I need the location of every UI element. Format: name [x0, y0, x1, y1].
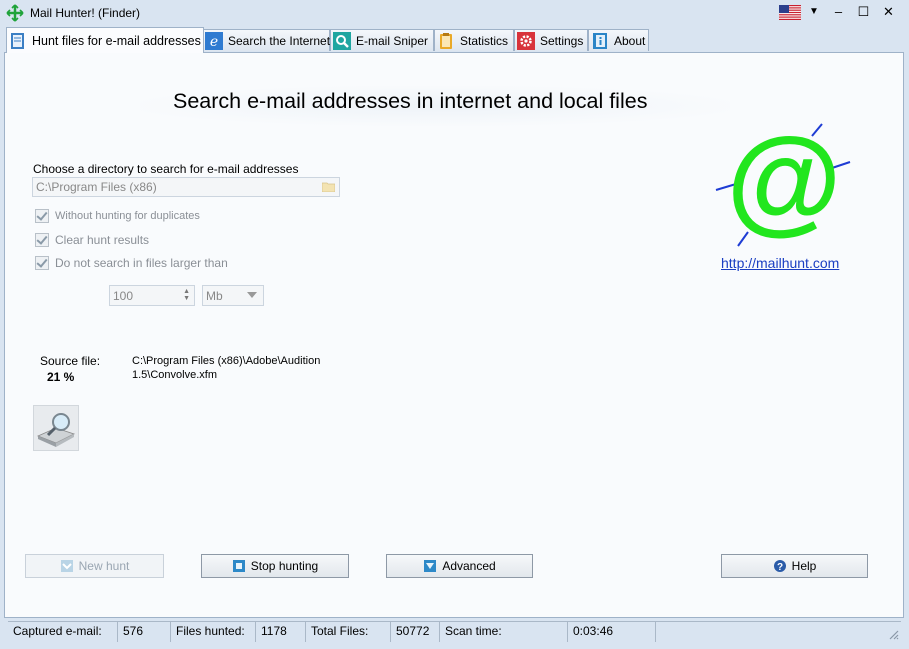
app-icon [6, 4, 24, 22]
svg-text:@: @ [726, 122, 841, 246]
minimize-button[interactable]: – [826, 1, 851, 23]
document-icon [11, 32, 24, 49]
help-icon: ? [773, 560, 786, 573]
total-files-label: Total Files: [306, 622, 391, 642]
size-unit-select[interactable]: Mb [202, 285, 264, 306]
tab-hunt-files[interactable]: Hunt files for e-mail addresses [6, 27, 204, 53]
checkbox-box[interactable] [35, 209, 49, 223]
tab-strip: Hunt files for e-mail addresses e Search… [4, 27, 904, 53]
advanced-button[interactable]: Advanced [386, 554, 533, 578]
files-hunted-label: Files hunted: [171, 622, 256, 642]
folder-icon[interactable] [322, 181, 335, 192]
window-title: Mail Hunter! (Finder) [30, 6, 141, 20]
close-button[interactable]: ✕ [876, 1, 901, 23]
tab-label: Hunt files for e-mail addresses [32, 33, 201, 48]
checkbox-box[interactable] [35, 256, 49, 270]
captured-label: Captured e-mail: [8, 622, 118, 642]
drive-search-icon [33, 405, 79, 451]
progress-percent: 21 % [47, 370, 75, 384]
svg-text:?: ? [777, 562, 783, 573]
page-heading-area: Search e-mail addresses in internet and … [140, 86, 730, 126]
chevron-down-icon [247, 292, 257, 298]
button-label: Help [791, 559, 817, 573]
checkbox-size-limit[interactable]: Do not search in files larger than [35, 256, 228, 270]
language-dropdown-icon[interactable]: ▼ [809, 6, 819, 17]
tab-settings[interactable]: Settings [514, 29, 588, 51]
title-bar: Mail Hunter! (Finder) ▼ – ☐ ✕ [0, 0, 909, 26]
stop-icon [232, 560, 245, 572]
us-flag-icon[interactable] [779, 5, 801, 20]
captured-value: 576 [118, 622, 171, 642]
mailhunt-link[interactable]: http://mailhunt.com [721, 255, 839, 271]
help-button[interactable]: ? Help [721, 554, 868, 578]
gear-icon [517, 31, 535, 50]
resize-grip-icon[interactable] [887, 628, 899, 640]
tab-email-sniper[interactable]: E-mail Sniper [330, 29, 434, 51]
directory-value: C:\Program Files (x86) [36, 180, 157, 194]
checkbox-label: Clear hunt results [55, 233, 150, 247]
info-book-icon [593, 32, 607, 49]
internet-explorer-icon: e [205, 31, 223, 50]
tab-about[interactable]: About [588, 29, 649, 51]
new-hunt-button[interactable]: New hunt [25, 554, 164, 578]
maximize-button[interactable]: ☐ [851, 1, 876, 23]
scan-time-label: Scan time: [440, 622, 568, 642]
tab-label: Settings [540, 33, 584, 48]
checkbox-clear-results[interactable]: Clear hunt results [35, 233, 149, 247]
new-hunt-icon [60, 560, 73, 572]
source-file-path: C:\Program Files (x86)\Adobe\Audition 1.… [132, 355, 321, 381]
source-file-label: Source file: [40, 354, 101, 368]
size-unit-value: Mb [206, 289, 223, 303]
button-label: Stop hunting [250, 559, 319, 573]
tab-label: About [614, 33, 646, 48]
button-label: New hunt [78, 559, 130, 573]
spin-arrows-icon[interactable]: ▲ ▼ [183, 288, 190, 302]
tab-label: E-mail Sniper [356, 33, 429, 48]
tab-search-internet[interactable]: e Search the Internet [202, 29, 330, 51]
files-hunted-value: 1178 [256, 622, 306, 642]
page-title: Search e-mail addresses in internet and … [173, 89, 648, 113]
size-limit-stepper[interactable]: 100 ▲ ▼ [109, 285, 195, 306]
tab-label: Statistics [460, 33, 509, 48]
checkbox-box[interactable] [35, 233, 49, 247]
total-files-value: 50772 [391, 622, 440, 642]
checkbox-label: Do not search in files larger than [55, 256, 228, 270]
magnifier-icon [333, 31, 351, 50]
size-limit-value: 100 [113, 289, 134, 303]
checkbox-label: Without hunting for duplicates [55, 210, 200, 222]
clipboard-icon [440, 32, 452, 49]
scan-time-value: 0:03:46 [568, 622, 656, 642]
checkbox-no-duplicates[interactable]: Without hunting for duplicates [35, 209, 200, 223]
mailhunt-logo: @ [715, 122, 851, 247]
directory-label: Choose a directory to search for e-mail … [33, 162, 299, 176]
button-label: Advanced [442, 559, 496, 573]
directory-input[interactable]: C:\Program Files (x86) [32, 177, 340, 197]
tab-label: Search the Internet [228, 33, 331, 48]
stop-hunting-button[interactable]: Stop hunting [201, 554, 349, 578]
tab-statistics[interactable]: Statistics [434, 29, 514, 51]
svg-text:e: e [210, 34, 218, 50]
status-bar: Captured e-mail: 576 Files hunted: 1178 … [8, 621, 901, 642]
advanced-icon [424, 560, 437, 572]
